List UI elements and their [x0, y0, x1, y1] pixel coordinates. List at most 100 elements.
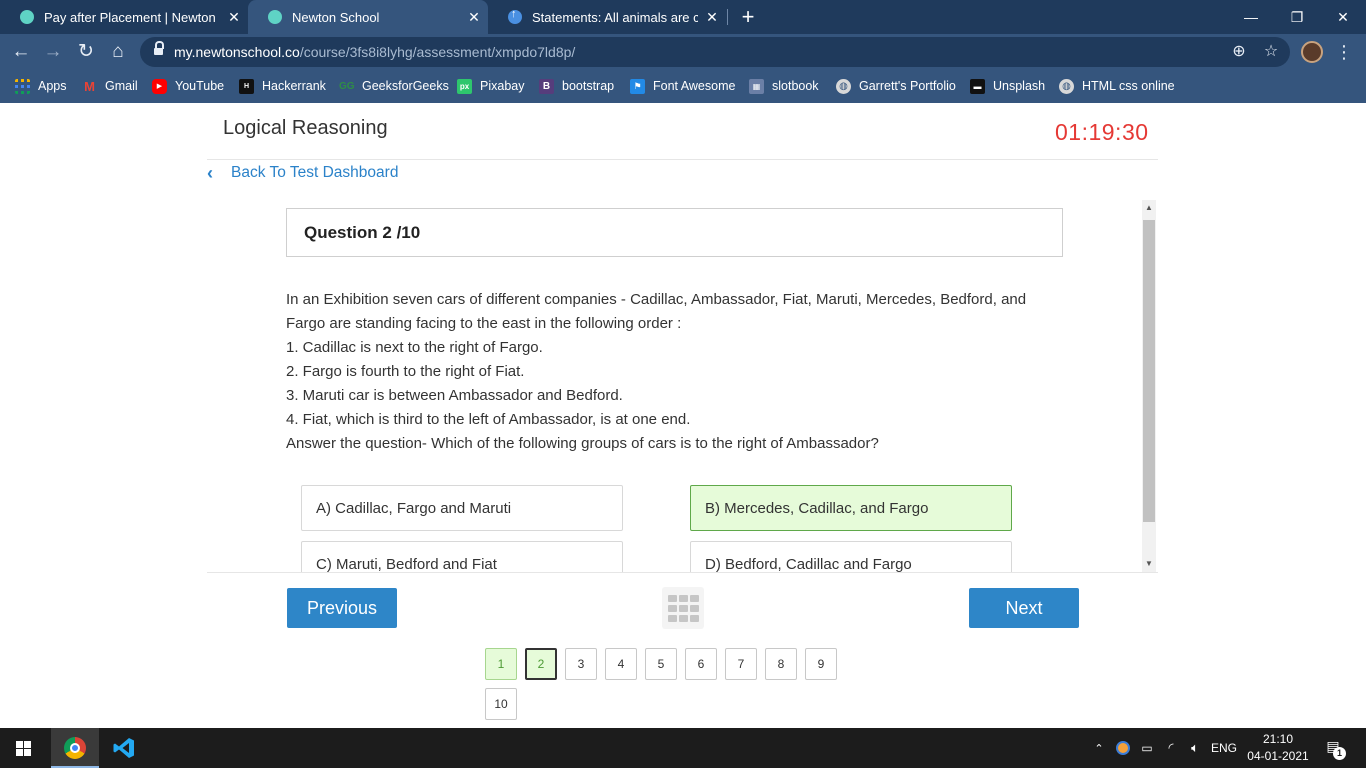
back-link-label: Back To Test Dashboard	[231, 164, 399, 181]
bookmark-geeksforgeeks[interactable]: GG GeeksforGeeks	[339, 77, 449, 95]
close-window-icon[interactable]: ✕	[1320, 0, 1366, 34]
browser-tab[interactable]: Statements: All animals are cats. S ✕	[488, 0, 726, 34]
new-tab-plus-icon[interactable]: +	[737, 4, 759, 30]
option-a[interactable]: A) Cadillac, Fargo and Maruti	[301, 485, 623, 531]
question-nav-3[interactable]: 3	[565, 648, 597, 680]
bookmark-unsplash[interactable]: ▬ Unsplash	[970, 77, 1045, 95]
close-tab-icon[interactable]: ✕	[220, 9, 248, 26]
tab-title: Statements: All animals are cats. S	[532, 9, 698, 25]
question-line: 4. Fiat, which is third to the left of A…	[286, 411, 691, 428]
bootstrap-icon: B	[539, 78, 554, 94]
address-bar[interactable]: my.newtonschool.co/course/3fs8i8lyhg/ass…	[140, 37, 1290, 67]
option-b[interactable]: B) Mercedes, Cadillac, and Fargo	[690, 485, 1012, 531]
geeksforgeeks-icon: GG	[339, 80, 355, 92]
bookmark-apps[interactable]: Apps	[15, 77, 67, 95]
bookmark-star-icon[interactable]: ☆	[1260, 41, 1282, 63]
globe-icon: ◍	[1059, 78, 1074, 94]
bookmark-pixabay[interactable]: px Pixabay	[457, 77, 524, 95]
question-nav-7[interactable]: 7	[725, 648, 757, 680]
previous-button[interactable]: Previous	[287, 588, 397, 628]
minimize-window-icon[interactable]: —	[1228, 0, 1274, 34]
browser-tab-active[interactable]: Newton School ✕	[248, 0, 488, 34]
url-host: my.newtonschool.co	[174, 44, 300, 60]
url-path: /course/3fs8i8lyhg/assessment/xmpdo7ld8p…	[299, 44, 576, 60]
hackerrank-icon: H	[239, 78, 254, 94]
font-awesome-icon: ⚑	[630, 78, 645, 94]
bookmark-label: Apps	[38, 79, 67, 93]
scroll-down-arrow-icon[interactable]: ▼	[1142, 556, 1156, 572]
option-label: A) Cadillac, Fargo and Maruti	[316, 499, 512, 517]
bookmarks-bar: Apps M Gmail ▶ YouTube H Hackerrank GG G…	[0, 70, 1366, 103]
question-line: 1. Cadillac is next to the right of Farg…	[286, 339, 543, 356]
close-tab-icon[interactable]: ✕	[460, 9, 488, 26]
forward-arrow-icon[interactable]: →	[40, 39, 66, 65]
option-d[interactable]: D) Bedford, Cadillac and Fargo	[690, 541, 1012, 572]
bookmark-html-css-online[interactable]: ◍ HTML css online	[1059, 77, 1175, 95]
question-line: Answer the question- Which of the follow…	[286, 435, 879, 452]
question-nav-2[interactable]: 2	[525, 648, 557, 680]
start-button[interactable]	[0, 728, 48, 768]
browser-tab[interactable]: Pay after Placement | Newton Sch ✕	[0, 0, 248, 34]
reload-icon[interactable]: ↻	[73, 39, 99, 65]
weather-sun-icon[interactable]	[1113, 728, 1133, 768]
scrollbar-thumb[interactable]	[1143, 220, 1155, 522]
bookmark-font-awesome[interactable]: ⚑ Font Awesome	[630, 77, 735, 95]
bookmark-gmail[interactable]: M Gmail	[82, 77, 138, 95]
newton-school-favicon-icon	[268, 10, 282, 24]
unsplash-icon: ▬	[970, 78, 985, 94]
content-divider	[207, 572, 1158, 573]
language-indicator[interactable]: ENG	[1208, 728, 1240, 768]
globe-icon: ◍	[836, 78, 851, 94]
question-grid-icon[interactable]	[662, 587, 704, 629]
notification-count-badge: 1	[1333, 747, 1346, 760]
system-clock[interactable]: 21:10 04-01-2021	[1240, 731, 1316, 765]
taskbar-chrome[interactable]	[51, 728, 99, 768]
tab-separator	[727, 9, 728, 25]
bookmark-youtube[interactable]: ▶ YouTube	[152, 77, 224, 95]
bookmark-hackerrank[interactable]: H Hackerrank	[239, 77, 326, 95]
close-tab-icon[interactable]: ✕	[698, 9, 726, 26]
home-icon[interactable]: ⌂	[105, 39, 131, 65]
back-arrow-icon[interactable]: ←	[8, 39, 34, 65]
option-label: D) Bedford, Cadillac and Fargo	[705, 555, 912, 573]
add-circle-icon[interactable]: ⊕	[1228, 41, 1250, 63]
bookmark-slotbook[interactable]: ▦ slotbook	[749, 77, 819, 95]
question-nav-4[interactable]: 4	[605, 648, 637, 680]
bookmark-label: Font Awesome	[653, 79, 736, 93]
option-c[interactable]: C) Maruti, Bedford and Fiat	[301, 541, 623, 572]
volume-speaker-icon[interactable]: 🔈︎	[1184, 728, 1206, 768]
question-nav-9[interactable]: 9	[805, 648, 837, 680]
scroll-up-arrow-icon[interactable]: ▲	[1142, 200, 1156, 216]
bookmark-garretts-portfolio[interactable]: ◍ Garrett's Portfolio	[836, 77, 956, 95]
question-nav-10[interactable]: 10	[485, 688, 517, 720]
battery-icon[interactable]: ▭	[1137, 728, 1157, 768]
countdown-timer: 01:19:30	[1055, 119, 1149, 145]
url-text: my.newtonschool.co/course/3fs8i8lyhg/ass…	[174, 44, 575, 60]
profile-avatar[interactable]	[1301, 41, 1323, 63]
question-nav-1[interactable]: 1	[485, 648, 517, 680]
chevron-left-icon: ‹	[207, 162, 213, 183]
vscode-icon	[113, 738, 134, 758]
back-to-dashboard-link[interactable]: ‹ Back To Test Dashboard	[207, 162, 398, 184]
taskbar-vscode[interactable]	[99, 728, 147, 768]
clock-date: 04-01-2021	[1247, 749, 1309, 763]
pixabay-icon: px	[457, 78, 472, 94]
question-nav-5[interactable]: 5	[645, 648, 677, 680]
question-nav-6[interactable]: 6	[685, 648, 717, 680]
wifi-icon[interactable]: ◜	[1161, 728, 1181, 768]
newton-school-favicon-icon	[20, 10, 34, 24]
bookmark-label: Unsplash	[993, 79, 1046, 93]
bookmark-label: Garrett's Portfolio	[859, 79, 956, 93]
browser-tab-strip: Pay after Placement | Newton Sch ✕ Newto…	[0, 0, 1366, 34]
content-scrollbar[interactable]: ▲ ▼	[1142, 200, 1156, 572]
next-button[interactable]: Next	[969, 588, 1079, 628]
lock-icon	[154, 41, 164, 57]
question-line: 2. Fargo is fourth to the right of Fiat.	[286, 363, 525, 380]
question-nav-8[interactable]: 8	[765, 648, 797, 680]
show-hidden-icons-chevron-up-icon[interactable]: ⌃	[1090, 728, 1108, 768]
browser-menu-icon[interactable]: ⋮	[1334, 39, 1354, 65]
notification-center-icon[interactable]: ▤ 1	[1322, 738, 1346, 760]
bookmark-bootstrap[interactable]: B bootstrap	[539, 77, 614, 95]
answer-options: A) Cadillac, Fargo and Maruti B) Mercede…	[207, 470, 1142, 572]
restore-window-icon[interactable]: ❐	[1274, 0, 1320, 34]
